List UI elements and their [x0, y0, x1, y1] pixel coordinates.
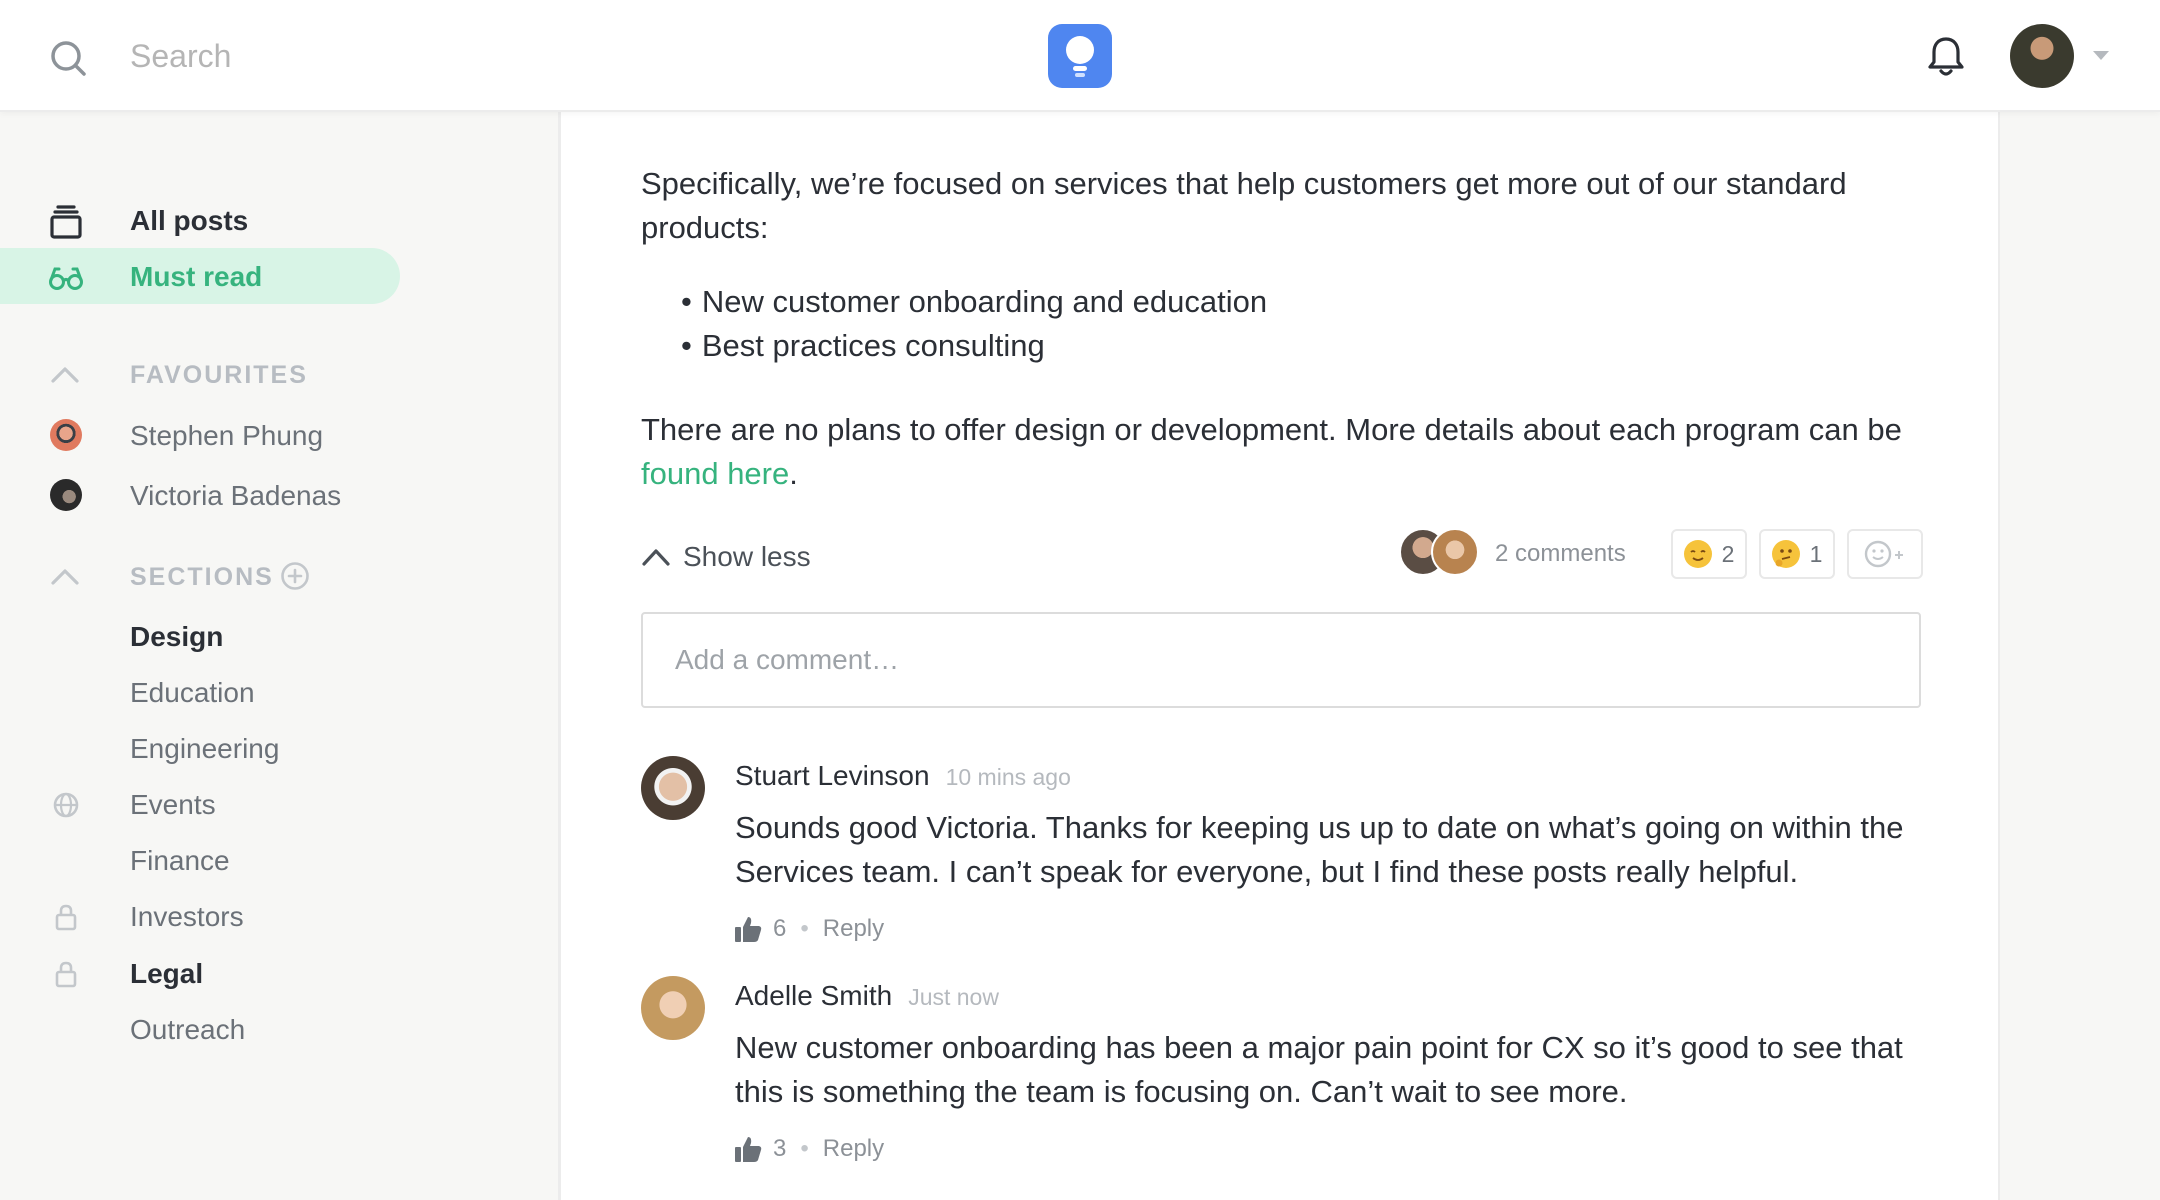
glasses-icon	[49, 267, 83, 290]
search-input[interactable]	[110, 28, 710, 84]
section-item-outreach[interactable]: Outreach	[0, 1005, 400, 1053]
chevron-down-icon[interactable]	[2090, 44, 2112, 66]
nav-must-read[interactable]: Must read	[0, 248, 400, 304]
comment-time: 10 mins ago	[945, 764, 1071, 790]
separator-dot: •	[800, 1135, 809, 1162]
globe-icon	[53, 792, 79, 818]
favourite-item[interactable]: Victoria Badenas	[0, 470, 400, 520]
section-label: Design	[130, 621, 224, 652]
nav-must-read-label: Must read	[130, 261, 263, 292]
search-icon[interactable]	[48, 38, 88, 78]
section-label: Events	[130, 789, 216, 820]
reaction-button[interactable]: 1	[1759, 529, 1835, 579]
add-reaction-button[interactable]	[1847, 529, 1923, 579]
post-card: Specifically, we’re focused on services …	[560, 112, 2000, 1200]
comment-author[interactable]: Stuart Levinson 10 mins ago	[735, 760, 1071, 792]
post-bullet-list: New customer onboarding and education Be…	[681, 280, 1881, 368]
section-item-design[interactable]: Design	[0, 612, 400, 660]
comment-time: Just now	[908, 984, 999, 1010]
section-label: Legal	[130, 958, 204, 989]
show-less-label: Show less	[683, 541, 811, 572]
section-label: Investors	[130, 901, 244, 932]
comment-body: Sounds good Victoria. Thanks for keeping…	[735, 810, 1904, 889]
favourites-header[interactable]: FAVOURITES	[0, 355, 400, 395]
section-label: Outreach	[130, 1014, 246, 1045]
comment-author-name: Stuart Levinson	[735, 760, 930, 791]
separator-dot: •	[800, 915, 809, 942]
avatar	[50, 479, 82, 511]
favourites-heading: FAVOURITES	[130, 361, 308, 389]
nav-all-posts-label: All posts	[130, 205, 249, 236]
lock-icon	[55, 904, 77, 931]
post-outro: There are no plans to offer design or de…	[641, 408, 1951, 496]
bell-icon[interactable]	[1926, 34, 1966, 78]
post-outro-text: There are no plans to offer design or de…	[641, 412, 1902, 447]
sidebar: All posts Must read FAVOURITES Stephen P…	[0, 112, 560, 1200]
commenter-avatars[interactable]	[1399, 528, 1485, 578]
thinking-face-icon	[1771, 540, 1800, 568]
reply-button[interactable]: Reply	[823, 1135, 884, 1163]
comment-author-name: Adelle Smith	[735, 980, 893, 1011]
chevron-up-icon	[642, 549, 670, 566]
add-reaction-icon	[1864, 540, 1903, 568]
list-item: Best practices consulting	[681, 324, 1881, 368]
post-outro-end: .	[789, 456, 798, 491]
layers-icon	[50, 205, 82, 239]
reaction-count: 2	[1721, 540, 1735, 567]
reaction-button[interactable]: 2	[1671, 529, 1747, 579]
sections-header[interactable]: SECTIONS	[0, 557, 400, 597]
comments-count[interactable]: 2 comments	[1495, 540, 1626, 568]
avatar	[1431, 528, 1479, 576]
chevron-up-icon[interactable]	[50, 363, 80, 387]
section-label: Finance	[130, 845, 230, 876]
list-item: New customer onboarding and education	[681, 280, 1881, 324]
section-label: Engineering	[130, 733, 280, 764]
reply-button[interactable]: Reply	[823, 915, 884, 943]
lock-icon	[55, 961, 77, 988]
nav-all-posts[interactable]: All posts	[0, 192, 400, 248]
relieved-face-icon	[1683, 540, 1712, 568]
section-label: Education	[130, 677, 255, 708]
favourite-name: Stephen Phung	[130, 420, 324, 451]
sections-heading: SECTIONS	[130, 563, 274, 591]
favourite-name: Victoria Badenas	[130, 480, 342, 511]
reaction-count: 1	[1809, 540, 1823, 567]
comment-actions: 3 • Reply	[733, 1134, 884, 1164]
thumbs-up-icon[interactable]	[733, 1134, 763, 1164]
add-circle-icon[interactable]	[280, 561, 310, 591]
section-item-finance[interactable]: Finance	[0, 836, 400, 884]
top-bar	[0, 0, 2160, 112]
comment-actions: 6 • Reply	[733, 914, 884, 944]
chevron-up-icon[interactable]	[50, 565, 80, 589]
avatar[interactable]	[641, 976, 705, 1040]
section-item-investors[interactable]: Investors	[0, 892, 400, 940]
section-item-legal[interactable]: Legal	[0, 949, 400, 997]
comment-author[interactable]: Adelle Smith Just now	[735, 980, 999, 1012]
avatar[interactable]	[641, 756, 705, 820]
like-count: 6	[773, 915, 787, 942]
lightbulb-icon	[1066, 36, 1094, 77]
comment-input[interactable]	[641, 612, 1921, 708]
section-item-engineering[interactable]: Engineering	[0, 724, 400, 772]
avatar	[50, 419, 82, 451]
app-logo[interactable]	[1048, 24, 1112, 88]
post-intro: Specifically, we’re focused on services …	[641, 166, 1847, 245]
favourite-item[interactable]: Stephen Phung	[0, 410, 400, 460]
section-item-education[interactable]: Education	[0, 668, 400, 716]
found-here-link[interactable]: found here	[641, 456, 789, 491]
like-count: 3	[773, 1135, 787, 1162]
thumbs-up-icon[interactable]	[733, 914, 763, 944]
section-item-events[interactable]: Events	[0, 780, 400, 828]
user-avatar[interactable]	[2010, 24, 2074, 88]
comment-body: New customer onboarding has been a major…	[735, 1030, 1903, 1109]
show-less-button[interactable]: Show less	[641, 532, 811, 582]
